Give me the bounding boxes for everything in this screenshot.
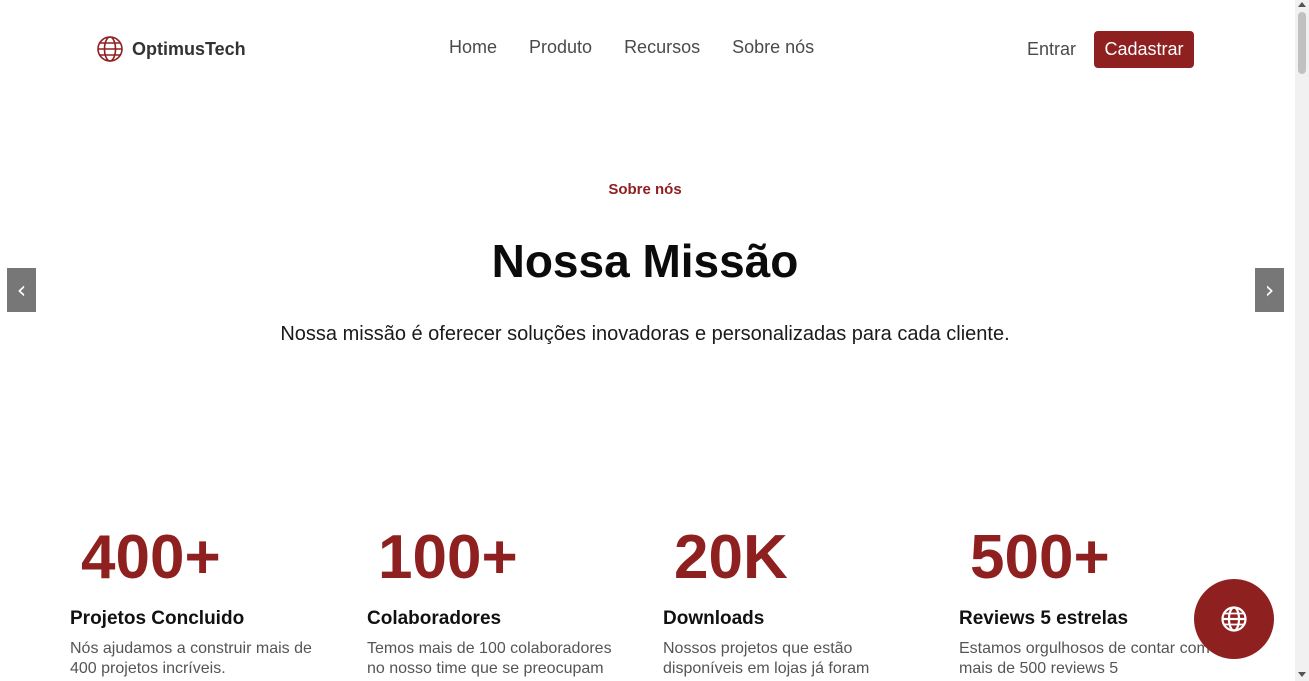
carousel-next-button[interactable]: › (1255, 268, 1284, 312)
nav-sobre-nos[interactable]: Sobre nós (732, 37, 814, 58)
stat-card: 100+ Colaboradores Temos mais de 100 col… (367, 522, 637, 679)
stat-card: 500+ Reviews 5 estrelas Estamos orgulhos… (959, 522, 1229, 679)
stat-description: Estamos orgulhosos de contar com mais de… (959, 640, 1210, 677)
login-link[interactable]: Entrar (1027, 39, 1076, 60)
stat-description: Nós ajudamos a construir mais de 400 pro… (70, 640, 312, 677)
brand-name: OptimusTech (132, 38, 246, 59)
scroll-down-icon[interactable] (1298, 672, 1306, 677)
stat-value: 20K (674, 523, 788, 592)
stat-label: Reviews 5 estrelas (959, 608, 1129, 629)
stat-label: Downloads (663, 608, 765, 629)
signup-button[interactable]: Cadastrar (1094, 31, 1194, 68)
main-nav: Home Produto Recursos Sobre nós (449, 37, 814, 58)
nav-home[interactable]: Home (449, 37, 497, 58)
stat-value: 100+ (378, 523, 518, 592)
stat-label: Projetos Concluido (70, 608, 245, 629)
site-header: OptimusTech Home Produto Recursos Sobre … (0, 0, 1295, 100)
page-scrollbar[interactable] (1295, 0, 1309, 681)
stat-label: Colaboradores (367, 608, 502, 629)
stat-description: Nossos projetos que estão disponíveis em… (663, 640, 870, 677)
hero-title: Nossa Missão (491, 235, 799, 287)
scroll-up-icon[interactable] (1298, 2, 1306, 7)
nav-produto[interactable]: Produto (529, 37, 592, 58)
stat-value: 500+ (970, 523, 1110, 592)
hero-eyebrow: Sobre nós (608, 181, 682, 198)
scroll-thumb[interactable] (1298, 12, 1306, 74)
stat-value: 400+ (81, 523, 221, 592)
brand-logo[interactable]: OptimusTech (96, 35, 246, 63)
language-button[interactable] (1194, 579, 1274, 659)
stat-description: Temos mais de 100 colaboradores no nosso… (367, 640, 612, 677)
globe-icon (97, 36, 123, 62)
stat-card: 400+ Projetos Concluido Nós ajudamos a c… (70, 522, 340, 679)
globe-icon (1221, 606, 1247, 632)
carousel-prev-button[interactable]: ‹ (7, 268, 36, 312)
nav-recursos[interactable]: Recursos (624, 37, 700, 58)
stat-card: 20K Downloads Nossos projetos que estão … (663, 522, 933, 679)
hero-text: Nossa missão é oferecer soluções inovado… (280, 323, 1010, 345)
